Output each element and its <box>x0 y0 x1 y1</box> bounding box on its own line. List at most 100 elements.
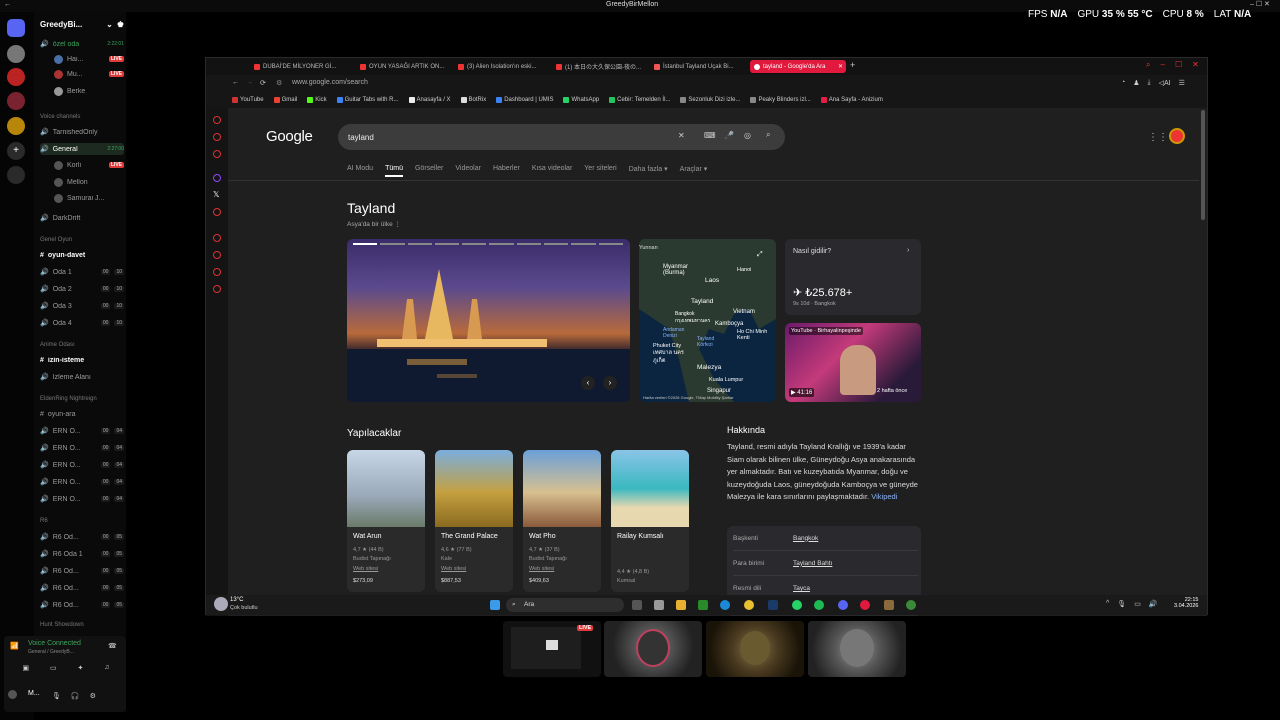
server-icon[interactable] <box>7 92 25 110</box>
back-arrow-icon[interactable]: ← <box>4 1 11 8</box>
tab-short-videos[interactable]: Kısa videolar <box>532 165 572 177</box>
fact-value[interactable]: Tayca <box>793 585 810 592</box>
search-icon[interactable]: ⌕ <box>766 130 770 140</box>
server-name[interactable]: GreedyBi... ⌄ ♚ <box>40 18 124 30</box>
sidebar-icon[interactable] <box>213 150 221 158</box>
discord-home-icon[interactable] <box>7 19 25 37</box>
voice-user[interactable]: Berke <box>54 85 124 97</box>
weather-icon[interactable] <box>214 597 228 611</box>
voice-channel-active[interactable]: 🔊 General 2:27:00 <box>40 143 124 155</box>
steam-icon[interactable] <box>768 600 778 610</box>
bookmark-anizium[interactable]: Ana Sayfa - Anizium <box>820 97 883 103</box>
tab-ai-mode[interactable]: AI Modu <box>347 165 373 177</box>
back-icon[interactable]: ← <box>232 79 239 86</box>
carousel-prev-button[interactable]: ‹ <box>581 376 595 390</box>
camera-off-icon[interactable]: ▣ <box>22 664 29 672</box>
clock[interactable]: 22:15 3.04.2026 <box>1174 597 1198 609</box>
tab-images[interactable]: Görseller <box>415 165 443 177</box>
map-preview[interactable]: ⤢ Yunnan Myanmar (Burma) Laos Hanoi Tayl… <box>639 239 776 402</box>
browser-tab-active[interactable]: tayland - Google'da Ara ✕ <box>750 60 846 73</box>
history-icon[interactable] <box>213 251 221 259</box>
volume-icon[interactable]: 🔊 <box>1149 600 1158 608</box>
voice-channel[interactable]: 🔊 Oda 3 00 10 <box>40 300 124 312</box>
soundboard-icon[interactable]: ♫ <box>104 664 109 672</box>
scrollbar-thumb[interactable] <box>1201 110 1205 220</box>
twitch-icon[interactable] <box>213 174 221 182</box>
voice-channel[interactable]: 🔊 ERN O... 00 04 <box>40 442 124 454</box>
category-header[interactable]: Genel Oyun <box>40 237 124 243</box>
bookmark-botrix[interactable]: BotRix <box>460 97 486 103</box>
voice-channel[interactable]: 🔊 ERN O... 00 04 <box>40 493 124 505</box>
site-info-icon[interactable]: ⚙ <box>276 79 282 87</box>
voice-user[interactable]: Mu... LIVE <box>54 68 124 80</box>
chrome-icon[interactable] <box>744 600 754 610</box>
avatar[interactable] <box>1169 128 1185 144</box>
window-controls[interactable]: ⌕ – ☐ ✕ <box>1146 60 1199 70</box>
bookmark-gmail[interactable]: Gmail <box>273 97 297 103</box>
wikipedia-link[interactable]: Vikipedi <box>871 492 897 501</box>
reload-icon[interactable]: ⟳ <box>260 79 266 87</box>
url-field[interactable]: www.google.com/search <box>292 79 368 86</box>
fact-value[interactable]: Bangkok <box>793 535 818 542</box>
category-header[interactable]: Hunt Showdown <box>40 622 124 628</box>
windows-start-icon[interactable] <box>490 600 500 610</box>
server-icon[interactable] <box>7 117 25 135</box>
tab-videos[interactable]: Videolar <box>455 165 481 177</box>
tab-news[interactable]: Haberler <box>493 165 520 177</box>
ai-icon[interactable]: ◁AI <box>1159 79 1171 87</box>
sidebar-icon[interactable] <box>213 268 221 276</box>
category-header[interactable]: EldenRing Nightreign <box>40 396 124 402</box>
sidebar-icon[interactable] <box>213 234 221 242</box>
video-thumbnail[interactable]: YouTube · Birhayalinpeşinde ▶ 41:16 2 ha… <box>785 323 921 402</box>
hero-image-carousel[interactable]: ‹ › <box>347 239 630 402</box>
page-scrollbar[interactable] <box>1199 108 1207 616</box>
xbox-icon[interactable] <box>698 600 708 610</box>
activity-icon[interactable]: ✦ <box>78 664 84 672</box>
explore-icon[interactable] <box>7 166 25 184</box>
lens-icon[interactable]: ◎ <box>744 131 751 140</box>
text-channel[interactable]: # oyun-davet <box>40 249 124 261</box>
menu-icon[interactable]: ☰ <box>1179 79 1185 87</box>
disconnect-icon[interactable]: ☎ <box>108 642 117 650</box>
tab-places[interactable]: Yer siteleri <box>584 165 616 177</box>
fact-value[interactable]: Tayland Bahtı <box>793 560 832 567</box>
file-explorer-icon[interactable] <box>676 600 686 610</box>
maximize-icon[interactable]: ☐ <box>1175 60 1182 70</box>
close-tab-icon[interactable]: ✕ <box>838 63 846 70</box>
add-friend-icon[interactable]: ♚ <box>117 20 124 29</box>
voice-channel[interactable]: 🔊 R6 Od... 00 05 <box>40 582 124 594</box>
voice-user[interactable]: Mellon <box>54 176 124 188</box>
network-icon[interactable]: ▭ <box>1134 600 1141 608</box>
search-tabs-icon[interactable]: ⌕ <box>1146 60 1150 70</box>
voice-channel[interactable]: 🔊 R6 Od... 00 05 <box>40 531 124 543</box>
browser-tab[interactable]: İstanbul Tayland Uçak Bi... <box>650 60 740 73</box>
attraction-card[interactable]: Wat Arun 4,7 ★ (44 B) Budist Tapınağı We… <box>347 450 425 592</box>
voice-channel[interactable]: 🔊 R6 Oda 1 00 05 <box>40 548 124 560</box>
server-icon[interactable] <box>7 68 25 86</box>
gear-icon[interactable]: ⚙ <box>90 692 96 700</box>
text-channel[interactable]: # izin-isteme <box>40 354 124 366</box>
attraction-card[interactable]: Railay Kumsalı 4,4 ★ (4,8 B) Kumsal <box>611 450 689 592</box>
bookmark-cebir[interactable]: Cebir: Temelden İl... <box>609 97 670 103</box>
flight-card[interactable]: Nasıl gidilir? › ✈ ₺25.678+ 9s 10d · Ban… <box>785 239 921 315</box>
website-link[interactable]: Web sitesi <box>441 566 466 572</box>
voice-channel[interactable]: 🔊 R6 Od... 00 05 <box>40 565 124 577</box>
sidebar-icon[interactable] <box>213 133 221 141</box>
voice-channel[interactable]: 🔊 Oda 4 00 10 <box>40 317 124 329</box>
website-link[interactable]: Web sitesi <box>529 566 554 572</box>
participant-tile[interactable] <box>604 621 702 677</box>
voice-channel[interactable]: 🔊 özel oda 2:22:01 <box>40 38 124 50</box>
browser-tab[interactable]: OYUN YASAĞI ARTIK ON... <box>356 60 446 73</box>
avatar[interactable] <box>8 690 17 699</box>
voice-channel[interactable]: 🔊 R6 Od... 00 05 <box>40 599 124 611</box>
carousel-next-button[interactable]: › <box>603 376 617 390</box>
voice-user[interactable]: Samurai J... <box>54 192 124 204</box>
screen-share-icon[interactable]: ▭ <box>50 664 57 672</box>
map-attribution[interactable]: Harita verileri ©2026 Google, TMap Mobil… <box>643 395 733 400</box>
keyboard-icon[interactable]: ⌨ <box>704 131 716 140</box>
taskbar-search[interactable]: ⌕ Ara <box>506 598 624 612</box>
add-server-icon[interactable]: + <box>7 142 25 160</box>
voice-channel[interactable]: 🔊 Oda 1 00 10 <box>40 266 124 278</box>
voice-channel[interactable]: 🔊 İzleme Alanı <box>40 371 124 383</box>
bookmark-peaky[interactable]: Peaky Blinders izl... <box>750 97 811 103</box>
